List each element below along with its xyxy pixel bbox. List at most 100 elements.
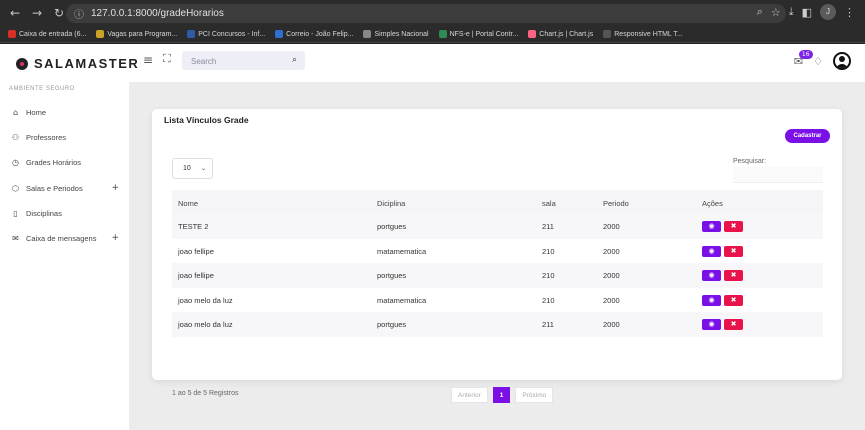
back-icon[interactable]: ←	[4, 6, 26, 20]
sidebar-item-caixa-de-mensagens[interactable]: ✉ Caixa de mensagens +	[11, 231, 123, 245]
table-row: joao fellipe portgues 210 2000 ◉ ✖	[172, 263, 823, 288]
top-bar: SALAMASTER ≡ ⛶ ⌕ ✉ 16 ♢	[0, 44, 865, 82]
sidebar-item-label: Home	[26, 107, 47, 117]
cell-periodo: 2000	[603, 222, 620, 231]
cell-sala: 210	[542, 271, 555, 280]
cell-periodo: 2000	[603, 320, 620, 329]
column-header-disciplina[interactable]: Diciplina	[377, 199, 405, 208]
search-icon[interactable]: ⌕	[292, 55, 297, 65]
column-header-nome[interactable]: Nome	[178, 199, 198, 208]
view-eye-icon[interactable]: ◉	[702, 294, 721, 306]
box-icon: ⬡	[12, 183, 19, 193]
delete-x-icon[interactable]: ✖	[724, 245, 743, 257]
logo-icon	[16, 57, 28, 70]
download-icon[interactable]: ⤓	[789, 5, 794, 19]
fullscreen-icon[interactable]: ⛶	[163, 52, 171, 66]
topbar-actions: ✉ 16 ♢	[794, 49, 851, 70]
url-text: 127.0.0.1:8000/gradeHorarios	[91, 8, 224, 19]
table-search-input[interactable]	[733, 167, 823, 183]
bookmark-item[interactable]: Chart.js | Chart.js	[528, 30, 593, 38]
search-input[interactable]	[182, 52, 277, 71]
bookmark-label: Caixa de entrada (6...	[19, 30, 87, 38]
view-eye-icon[interactable]: ◉	[702, 221, 721, 232]
brand-name: SALAMASTER	[34, 56, 140, 71]
sidebar-item-label: Professores	[26, 132, 67, 142]
cell-periodo: 2000	[603, 246, 620, 256]
bookmark-item[interactable]: Responsive HTML T...	[603, 30, 683, 38]
bookmark-star-icon[interactable]: ☆	[771, 6, 781, 19]
app: SALAMASTER ≡ ⛶ ⌕ ✉ 16 ♢ AMBIENTE SEGURO …	[0, 44, 865, 430]
column-header-sala[interactable]: sala	[542, 199, 556, 208]
menu-toggle-icon[interactable]: ≡	[143, 53, 153, 67]
bookmark-favicon-icon	[363, 30, 372, 38]
view-eye-icon[interactable]: ◉	[702, 319, 721, 330]
bookmark-label: Chart.js | Chart.js	[539, 30, 594, 38]
users-icon: ⚇	[11, 132, 20, 142]
delete-x-icon[interactable]: ✖	[724, 270, 743, 281]
cell-sala: 211	[542, 222, 554, 231]
bookmark-item[interactable]: PCI Concursos - Inf...	[187, 30, 265, 38]
sidebar-item-grades-hor-rios[interactable]: ◷ Grades Horários	[11, 155, 123, 169]
table-row: joao melo da luz portgues 211 2000 ◉ ✖	[172, 312, 823, 337]
bookmark-label: Vagas para Program...	[107, 30, 178, 38]
bookmark-item[interactable]: Simples Nacional	[363, 30, 429, 38]
pagination-page-1[interactable]: 1	[492, 387, 511, 403]
pagination-previous[interactable]: Anterior	[451, 387, 488, 403]
view-eye-icon[interactable]: ◉	[702, 245, 721, 257]
sidebar-item-home[interactable]: ⌂ Home	[11, 105, 123, 119]
cell-disciplina: matamematica	[377, 295, 427, 305]
sidebar-item-label: Salas e Periodos	[26, 183, 83, 193]
cell-disciplina: portgues	[377, 271, 407, 280]
bookmark-favicon-icon	[275, 30, 284, 38]
home-icon: ⌂	[12, 107, 19, 117]
forward-icon[interactable]: →	[26, 6, 48, 20]
brand-logo[interactable]: SALAMASTER	[16, 56, 139, 71]
profile-avatar[interactable]: J	[820, 4, 836, 20]
cell-disciplina: portgues	[377, 320, 407, 329]
delete-x-icon[interactable]: ✖	[724, 319, 743, 330]
expand-plus-icon[interactable]: +	[111, 183, 119, 193]
delete-x-icon[interactable]: ✖	[724, 294, 743, 306]
zoom-icon[interactable]: ⌕	[757, 5, 763, 19]
delete-x-icon[interactable]: ✖	[724, 221, 743, 232]
mail-icon: ✉	[12, 233, 19, 243]
sidebar-item-professores[interactable]: ⚇ Professores	[11, 130, 123, 144]
pagination: Anterior 1 Próximo	[451, 387, 554, 403]
site-info-icon[interactable]: ⓘ	[74, 6, 84, 21]
bookmark-item[interactable]: Vagas para Program...	[96, 30, 177, 38]
sidebar-item-label: Grades Horários	[26, 157, 82, 167]
view-eye-icon[interactable]: ◉	[702, 270, 721, 281]
bookmark-favicon-icon	[603, 30, 612, 38]
cell-periodo: 2000	[603, 271, 620, 280]
sidebar-item-label: Caixa de mensagens	[26, 233, 97, 243]
bookmark-label: Responsive HTML T...	[614, 30, 683, 38]
bookmark-label: PCI Concursos - Inf...	[198, 30, 266, 38]
menu-icon[interactable]: ⋮	[844, 6, 855, 19]
side-panel-icon[interactable]: ◧	[802, 6, 812, 19]
create-button[interactable]: Cadastrar	[785, 129, 830, 143]
bookmark-item[interactable]: Caixa de entrada (6...	[8, 30, 86, 38]
sidebar-item-salas-e-periodos[interactable]: ⬡ Salas e Periodos +	[11, 181, 123, 195]
column-header-periodo[interactable]: Periodo	[603, 199, 629, 208]
pagination-next[interactable]: Próximo	[515, 387, 554, 403]
messages-button[interactable]: ✉ 16	[794, 49, 813, 68]
page-length-select[interactable]: 10 ⌄	[172, 158, 213, 179]
user-avatar[interactable]	[833, 52, 851, 70]
clock-icon: ◷	[12, 157, 19, 167]
cell-nome: joao melo da luz	[178, 295, 233, 305]
table-row: joao fellipe matamematica 210 2000 ◉ ✖	[172, 239, 823, 264]
bookmark-favicon-icon	[96, 30, 105, 38]
bookmark-label: Simples Nacional	[374, 30, 429, 38]
cell-disciplina: matamematica	[377, 246, 427, 256]
bookmark-favicon-icon	[528, 30, 537, 38]
bookmark-item[interactable]: Correio - João Felip...	[275, 30, 353, 38]
book-icon: ▯	[13, 208, 18, 218]
browser-actions: ⌕ ☆ ⤓ ◧ J ⋮	[757, 4, 855, 20]
row-actions: ◉ ✖	[702, 221, 743, 232]
bookmark-item[interactable]: NFS-e | Portal Contr...	[438, 30, 518, 38]
address-bar[interactable]: ⓘ 127.0.0.1:8000/gradeHorarios	[66, 4, 786, 23]
sidebar-item-disciplinas[interactable]: ▯ Disciplinas	[11, 206, 123, 220]
expand-plus-icon[interactable]: +	[111, 233, 119, 243]
table-info: 1 ao 5 de 5 Registros	[172, 390, 239, 397]
notification-bell-icon[interactable]: ♢	[813, 55, 823, 68]
